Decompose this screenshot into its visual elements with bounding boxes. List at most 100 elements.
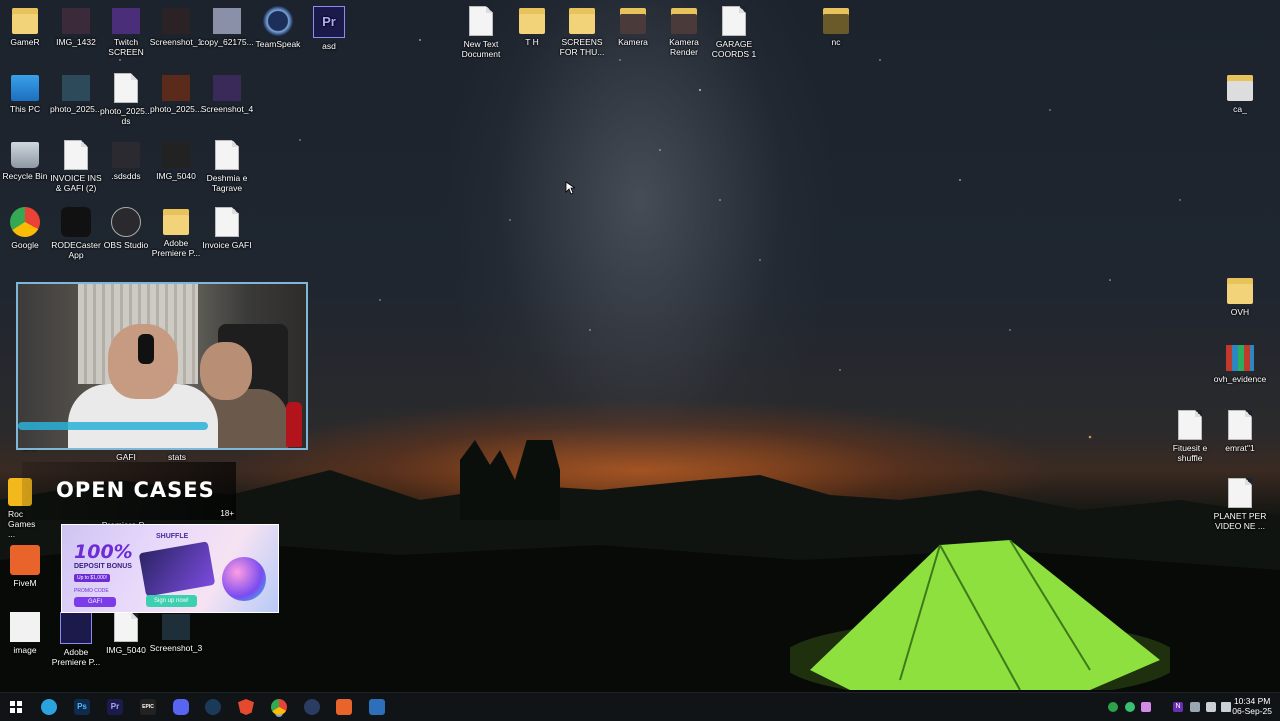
ad-code-label: PROMO CODE (74, 588, 109, 594)
image-thumbnail-icon (62, 8, 90, 34)
desktop-icon-invoice-ins[interactable]: INVOICE INS & GAFI (2) (48, 140, 104, 193)
image-thumbnail-icon (162, 142, 190, 168)
taskbar: Ps Pr EPIC N 10:34 PM 06-Sep-25 (0, 692, 1280, 721)
folder-icon (163, 209, 189, 235)
ad-deposit-text: DEPOSIT BONUS (74, 563, 132, 570)
folder-icon (12, 8, 38, 34)
clock-date: 06-Sep-25 (1232, 706, 1272, 716)
tray-chevron-icon[interactable] (1190, 702, 1200, 712)
fivem-icon[interactable] (336, 699, 352, 715)
desktop-icon-image[interactable]: image (0, 612, 53, 655)
volume-icon[interactable] (1221, 702, 1231, 712)
desktop-icon-screenshot4[interactable]: Screenshot_4 (199, 73, 255, 114)
desktop-icon-photo-c[interactable]: photo_2025... (148, 73, 204, 114)
photoshop-icon[interactable]: Ps (74, 699, 90, 715)
video-file-icon (213, 8, 241, 34)
ad-signup-button: Sign up now! (146, 595, 197, 607)
winrar-icon (1226, 345, 1254, 371)
desktop-icon-nc[interactable]: nc (808, 6, 864, 47)
chrome-file-icon (215, 140, 239, 170)
desktop-icon-ovh-evidence[interactable]: ovh_evidence (1212, 343, 1268, 384)
desktop-icon-garage-coords[interactable]: GARAGE COORDS 1 (706, 6, 762, 59)
desktop-icon-fivem[interactable]: FiveM (0, 545, 53, 588)
desktop-icon-th[interactable]: T H (504, 6, 560, 47)
desktop-icon-img1432[interactable]: IMG_1432 (48, 6, 104, 47)
tray-n-icon[interactable]: N (1173, 702, 1183, 712)
desktop-icon-twitch-screen[interactable]: Twitch SCREEN (98, 6, 154, 57)
brave-icon[interactable] (238, 699, 254, 715)
desktop-icon-copy[interactable]: copy_62175... (199, 6, 255, 47)
text-file-icon (1228, 478, 1252, 508)
image-thumbnail-icon (162, 614, 190, 640)
desktop-icon-gafi[interactable]: GAFI (98, 452, 154, 462)
desktop-icon-screenshot3[interactable]: Screenshot_3 (148, 612, 204, 653)
desktop-icon-asd[interactable]: Pr asd (301, 6, 357, 51)
rodecaster-icon[interactable] (369, 699, 385, 715)
folder-icon (1227, 75, 1253, 101)
desktop-icon-gamer[interactable]: GameR (0, 6, 53, 47)
recycle-bin-icon (11, 142, 39, 168)
glowing-tent (790, 540, 1170, 690)
premiere-project-icon: Pr (313, 6, 345, 38)
desktop-icon-screenshot1[interactable]: Screenshot_1 (148, 6, 204, 47)
desktop-icon-img5040-b[interactable]: IMG_5040 (98, 612, 154, 655)
desktop-icon-sdsdds[interactable]: .sdsdds (98, 140, 154, 181)
folder-icon (519, 8, 545, 34)
network-icon[interactable] (1206, 702, 1216, 712)
desktop-icon-img5040-a[interactable]: IMG_5040 (148, 140, 204, 181)
telegram-icon[interactable] (41, 699, 57, 715)
ad-brand-text: SHUFFLE (156, 533, 189, 540)
chrome-icon[interactable] (271, 699, 287, 715)
desktop-icon-emrat[interactable]: emrat"1 (1212, 410, 1268, 453)
open-cases-text: OPEN CASES (56, 478, 215, 502)
shuffle-ad-overlay: 100% DEPOSIT BONUS Up to $1,000! SHUFFLE… (61, 524, 279, 613)
desktop-icon-stats[interactable]: stats (149, 452, 205, 462)
start-icon[interactable] (8, 699, 24, 715)
desktop-icon-this-pc[interactable]: This PC (0, 73, 53, 114)
desktop-icon-google[interactable]: Google (0, 207, 53, 250)
docx-icon (215, 207, 239, 237)
image-thumbnail-icon (62, 75, 90, 101)
premiere-project-icon (60, 612, 92, 644)
tray-pen-icon[interactable] (1141, 702, 1151, 712)
desktop-icon-deshmia[interactable]: Deshmia e Tagrave (199, 140, 255, 193)
desktop-icon-planet[interactable]: PLANET PER VIDEO NE ... (1212, 478, 1268, 531)
desktop-icon-screens[interactable]: SCREENS FOR THU... (554, 6, 610, 57)
desktop-icon-photo-b[interactable]: photo_2025... ds (98, 73, 154, 126)
clock-time: 10:34 PM (1233, 696, 1271, 706)
tray-app-icon[interactable] (1108, 702, 1118, 712)
teamspeak-icon[interactable] (304, 699, 320, 715)
image-thumbnail-icon (213, 75, 241, 101)
epic-games-icon[interactable]: EPIC (140, 699, 156, 715)
image-file-icon (114, 612, 138, 642)
desktop-icon-kamera[interactable]: Kamera (605, 6, 661, 47)
premiere-icon[interactable]: Pr (107, 699, 123, 715)
folder-icon (569, 8, 595, 34)
desktop-icon-ovh[interactable]: OVH (1212, 276, 1268, 317)
desktop-icon-teamspeak[interactable]: TeamSpeak (250, 6, 306, 49)
desktop-icon-fituesit[interactable]: Fituesit e shuffle (1162, 410, 1218, 463)
desktop-icon-invoice-gafi[interactable]: Invoice GAFI (199, 207, 255, 250)
steam-icon[interactable] (205, 699, 221, 715)
desktop-icon-ca[interactable]: ca_ (1212, 73, 1268, 114)
desktop-icon-photo-a[interactable]: photo_2025... (48, 73, 104, 114)
desktop-icon-obs[interactable]: OBS Studio (98, 207, 154, 250)
desktop-icon-rodecaster[interactable]: RODECaster App (48, 207, 104, 260)
desktop-icon-adobe-premiere-b[interactable]: Adobe Premiere P... (48, 612, 104, 667)
desktop-icon-new-text-document[interactable]: New Text Document (453, 6, 509, 59)
fivem-icon (10, 545, 40, 575)
image-thumbnail-icon (112, 142, 140, 168)
tray-status-icon[interactable] (1125, 702, 1135, 712)
obs-icon (111, 207, 141, 237)
docx-icon (64, 140, 88, 170)
webcam-overlay (16, 282, 308, 450)
desktop-icon-recycle-bin[interactable]: Recycle Bin (0, 140, 53, 181)
skyzone-icon (10, 612, 40, 642)
image-thumbnail-icon (162, 75, 190, 101)
discord-icon[interactable] (173, 699, 189, 715)
age-badge: 18+ (220, 509, 234, 518)
desktop-icon-adobe-premiere-a[interactable]: Adobe Premiere P... (148, 207, 204, 258)
clock[interactable]: 10:34 PM 06-Sep-25 (1232, 696, 1272, 716)
ad-code: GAFI (74, 597, 117, 607)
desktop-icon-kamera-render[interactable]: Kamera Render (656, 6, 712, 57)
